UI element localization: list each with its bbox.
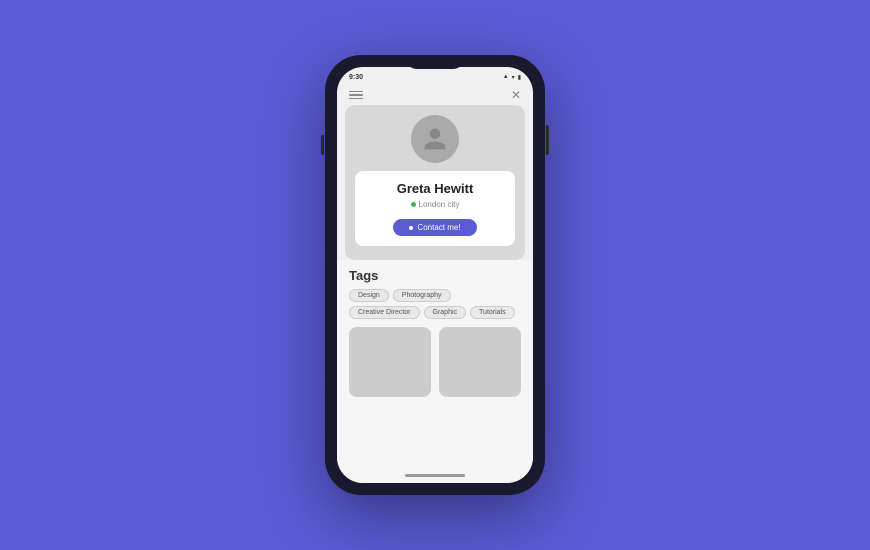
tag-chip[interactable]: Design: [349, 289, 389, 302]
wifi-icon: ▾: [512, 74, 515, 81]
power-button: [546, 125, 549, 155]
image-placeholder-1: [349, 327, 431, 397]
hamburger-line-2: [349, 94, 363, 96]
tag-chip[interactable]: Tutorials: [470, 306, 515, 319]
contact-btn-dot: [409, 226, 413, 230]
tag-chip[interactable]: Creative Director: [349, 306, 420, 319]
volume-button: [321, 135, 324, 155]
location-dot: [411, 202, 416, 207]
status-time: 9:30: [349, 74, 363, 81]
image-placeholder-2: [439, 327, 521, 397]
hamburger-line-1: [349, 91, 363, 93]
content-area: Tags Design Photography Creative Directo…: [337, 260, 533, 483]
tags-row: Design Photography Creative Director Gra…: [349, 289, 521, 319]
status-bar: 9:30 ▲ ▾ ▮: [337, 67, 533, 85]
notch: [405, 55, 465, 69]
signal-icon: ▲: [503, 74, 509, 80]
phone-mockup: 9:30 ▲ ▾ ▮ ✕: [325, 55, 545, 495]
contact-button[interactable]: Contact me!: [393, 219, 476, 236]
avatar-icon: [422, 126, 448, 152]
tags-heading: Tags: [349, 268, 521, 283]
profile-name: Greta Hewitt: [397, 181, 474, 196]
location-text: London city: [419, 200, 460, 209]
top-bar: ✕: [337, 85, 533, 105]
close-icon[interactable]: ✕: [511, 89, 521, 101]
contact-btn-label: Contact me!: [417, 223, 460, 232]
status-icons: ▲ ▾ ▮: [503, 74, 521, 81]
image-grid: [349, 327, 521, 397]
hamburger-icon[interactable]: [349, 91, 363, 100]
profile-location: London city: [411, 200, 460, 209]
hamburger-line-3: [349, 98, 363, 100]
tag-chip[interactable]: Graphic: [424, 306, 467, 319]
phone-screen: 9:30 ▲ ▾ ▮ ✕: [337, 67, 533, 483]
profile-area: Greta Hewitt London city Contact me!: [345, 105, 525, 260]
tags-section: Tags Design Photography Creative Directo…: [349, 268, 521, 319]
phone-frame: 9:30 ▲ ▾ ▮ ✕: [325, 55, 545, 495]
tag-chip[interactable]: Photography: [393, 289, 451, 302]
profile-card: Greta Hewitt London city Contact me!: [355, 171, 515, 246]
avatar: [411, 115, 459, 163]
battery-icon: ▮: [518, 74, 521, 81]
home-indicator: [405, 474, 465, 477]
